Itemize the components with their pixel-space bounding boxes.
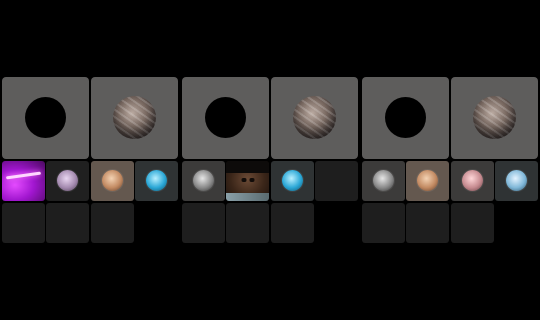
participant-tile-camera-off[interactable] [2, 77, 89, 159]
participant-tile-avatar[interactable] [451, 77, 538, 159]
participant-tile[interactable] [451, 161, 494, 201]
empty-tile [2, 203, 45, 243]
participant-tile[interactable] [91, 161, 134, 201]
camera-off-icon [385, 97, 426, 138]
participant-tile[interactable] [406, 161, 449, 201]
participant-tile-video[interactable] [2, 161, 45, 201]
empty-tile [362, 203, 405, 243]
avatar [102, 170, 123, 191]
video-eyes [240, 178, 256, 182]
avatar [282, 170, 303, 191]
avatar [57, 170, 78, 191]
participant-tile[interactable] [271, 161, 314, 201]
participant-tile[interactable] [182, 161, 225, 201]
avatar [462, 170, 483, 191]
participant-row-1 [2, 161, 178, 201]
empty-tile [226, 203, 269, 243]
video-hair [226, 161, 269, 173]
call-grid-panel-2 [182, 77, 358, 243]
avatar [146, 170, 167, 191]
participant-tile[interactable] [362, 161, 405, 201]
participant-tile[interactable] [135, 161, 178, 201]
participant-row-2 [362, 203, 538, 243]
empty-tile [182, 203, 225, 243]
empty-tile [91, 203, 134, 243]
participant-row-1 [182, 161, 358, 201]
empty-tile [406, 203, 449, 243]
neon-light [5, 171, 42, 180]
participant-row-2 [182, 203, 358, 243]
call-grid-panel-3 [362, 77, 538, 243]
empty-tile [451, 203, 494, 243]
avatar [373, 170, 394, 191]
camera-off-icon [25, 97, 66, 138]
empty-tile [271, 203, 314, 243]
video-shirt [226, 193, 269, 201]
call-grid-panel-1 [2, 77, 178, 243]
avatar [473, 96, 516, 139]
participant-row-2 [2, 203, 178, 243]
participant-row-1 [362, 161, 538, 201]
participant-tile-avatar[interactable] [91, 77, 178, 159]
avatar [193, 170, 214, 191]
participant-tile-camera-off[interactable] [182, 77, 269, 159]
avatar [506, 170, 527, 191]
avatar [293, 96, 336, 139]
participant-tile-camera-off[interactable] [362, 77, 449, 159]
empty-tile [46, 203, 89, 243]
participant-tile-avatar[interactable] [271, 77, 358, 159]
avatar [417, 170, 438, 191]
participant-tile[interactable] [495, 161, 538, 201]
camera-off-icon [205, 97, 246, 138]
participant-tile-video[interactable] [226, 161, 269, 201]
avatar [113, 96, 156, 139]
participant-tile[interactable] [46, 161, 89, 201]
empty-tile [315, 161, 358, 201]
